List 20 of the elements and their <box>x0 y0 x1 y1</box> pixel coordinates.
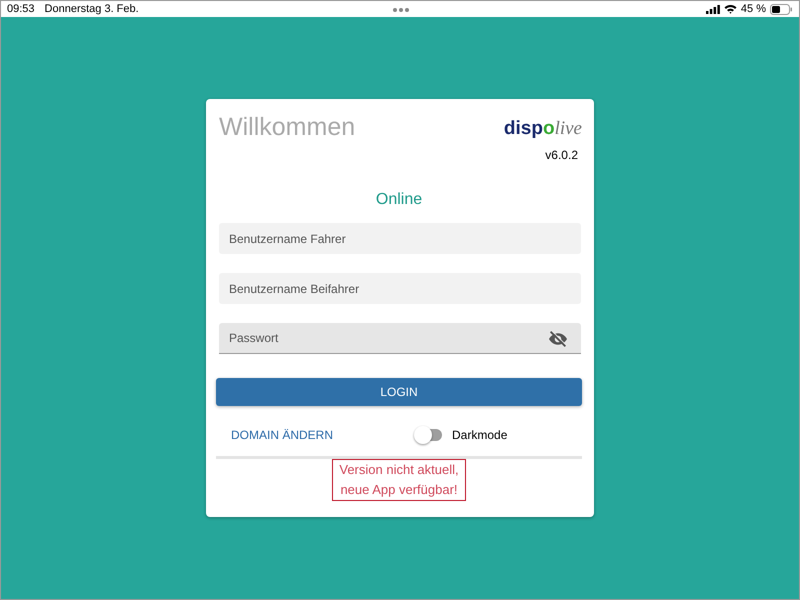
multitasking-dots-icon[interactable] <box>393 8 409 12</box>
signal-icon <box>706 4 720 14</box>
visibility-off-icon[interactable] <box>548 330 568 348</box>
version-label: v6.0.2 <box>545 148 578 162</box>
connection-status: Online <box>374 191 424 209</box>
username-field[interactable]: Benutzername Beifahrer <box>219 273 581 304</box>
wifi-icon <box>724 4 737 14</box>
welcome-title: Willkommen <box>219 113 356 143</box>
change-domain-link[interactable]: DOMAIN ÄNDERN <box>231 428 334 442</box>
password-field[interactable]: Passwort <box>219 323 581 354</box>
darkmode-toggle[interactable] <box>416 429 442 441</box>
version-warning: Version nicht aktuell, neue App verfügbar! <box>332 459 466 501</box>
battery-icon <box>770 4 793 14</box>
login-button[interactable]: LOGIN <box>216 378 582 406</box>
status-time: 09:53 <box>7 3 35 15</box>
app-logo: dispolive <box>504 119 582 138</box>
darkmode-label: Darkmode <box>452 428 508 442</box>
status-date: Donnerstag 3. Feb. <box>44 3 139 15</box>
username-field[interactable]: Benutzername Fahrer <box>219 223 581 254</box>
battery-percentage: 45 % <box>740 3 766 15</box>
